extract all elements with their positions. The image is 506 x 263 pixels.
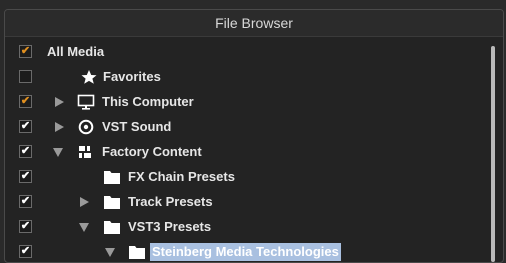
tree-item-label: FX Chain Presets — [128, 169, 235, 184]
tree-item-vst3-presets[interactable]: ✔ VST3 Presets — [5, 215, 485, 240]
blocks-icon — [79, 146, 91, 158]
monitor-icon — [77, 94, 95, 110]
tree-item-fx-chain-presets[interactable]: ✔ FX Chain Presets — [5, 165, 485, 190]
checkbox-favorites[interactable] — [19, 70, 32, 83]
folder-icon — [104, 196, 120, 209]
checkbox-all-media[interactable]: ✔ — [19, 45, 32, 58]
tree-item-factory-content[interactable]: ✔ Factory Content — [5, 140, 485, 165]
checkbox-vst3-presets[interactable]: ✔ — [19, 220, 32, 233]
tree-item-this-computer[interactable]: ✔ This Computer — [5, 90, 485, 115]
tree-item-steinberg-media-technologies[interactable]: ✔ Steinberg Media Technologies — [5, 240, 485, 262]
folder-icon — [104, 221, 120, 234]
tree-item-label: Track Presets — [128, 194, 213, 209]
chevron-right-icon[interactable] — [53, 121, 65, 133]
tree-item-label: VST3 Presets — [128, 219, 212, 234]
disc-icon — [78, 119, 94, 135]
vertical-scrollbar[interactable] — [491, 46, 495, 262]
chevron-down-icon[interactable] — [78, 221, 90, 233]
chevron-down-icon[interactable] — [52, 146, 64, 158]
chevron-down-icon[interactable] — [104, 246, 116, 258]
checkbox-track-presets[interactable]: ✔ — [19, 195, 32, 208]
checkbox-fx-chain-presets[interactable]: ✔ — [19, 170, 32, 183]
folder-icon — [104, 171, 120, 184]
folder-icon — [129, 246, 145, 259]
tree-item-label: Favorites — [103, 69, 161, 84]
tree-item-label: All Media — [47, 44, 105, 59]
tree-item-favorites[interactable]: Favorites — [5, 65, 485, 90]
tree-item-all-media[interactable]: ✔ All Media — [5, 40, 485, 65]
tree-item-vst-sound[interactable]: ✔ VST Sound — [5, 115, 485, 140]
checkbox-factory-content[interactable]: ✔ — [19, 145, 32, 158]
tree-item-label-selected: Steinberg Media Technologies — [150, 243, 341, 261]
file-tree: ✔ All Media Favorites ✔ This Computer ✔ … — [5, 40, 485, 262]
checkbox-vst-sound[interactable]: ✔ — [19, 120, 32, 133]
chevron-right-icon[interactable] — [53, 96, 65, 108]
tree-item-label: VST Sound — [102, 119, 172, 134]
panel-title: File Browser — [5, 10, 503, 37]
file-browser-panel: File Browser ✔ All Media Favorites ✔ Thi… — [4, 9, 504, 263]
tree-item-label: Factory Content — [102, 144, 202, 159]
checkbox-this-computer[interactable]: ✔ — [19, 95, 32, 108]
tree-item-label: This Computer — [102, 94, 194, 109]
star-icon — [81, 70, 97, 84]
tree-item-track-presets[interactable]: ✔ Track Presets — [5, 190, 485, 215]
checkbox-steinberg-media-technologies[interactable]: ✔ — [19, 245, 32, 258]
chevron-right-icon[interactable] — [78, 196, 90, 208]
